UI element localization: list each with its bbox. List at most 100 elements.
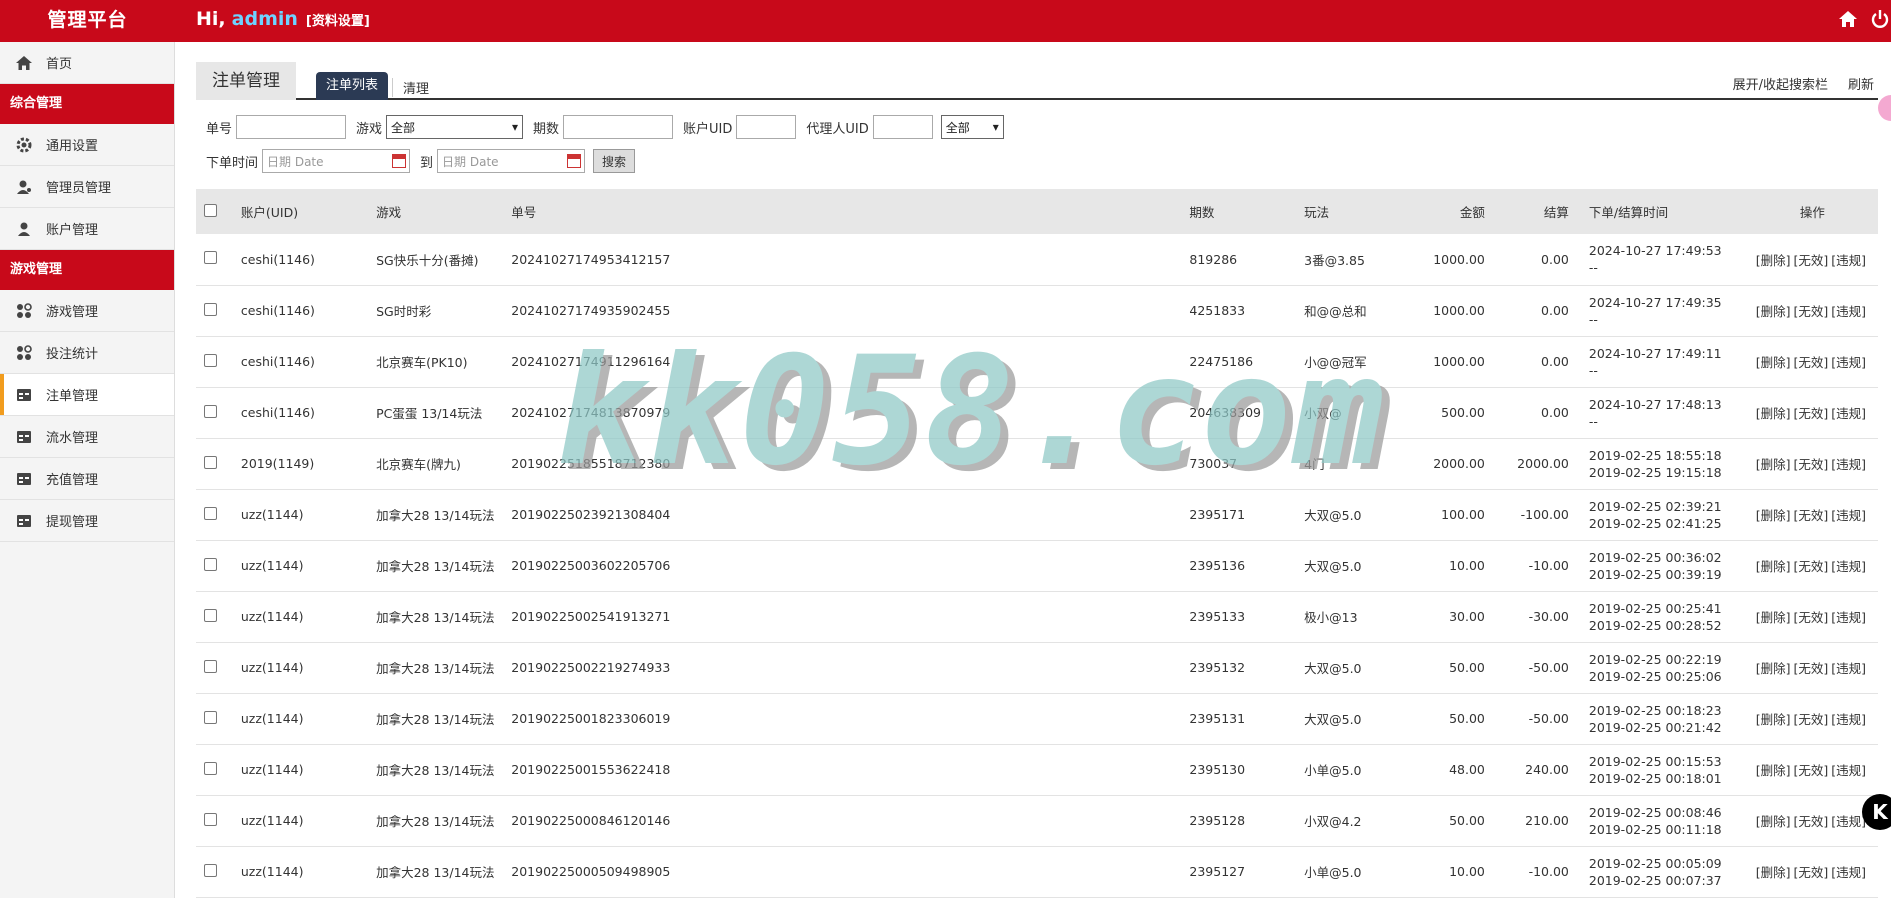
floating-k-button[interactable]: K [1862, 794, 1891, 830]
invalidate-action[interactable]: [无效] [1794, 814, 1829, 829]
power-icon[interactable] [1869, 8, 1891, 30]
cell-period: 730037 [1181, 438, 1297, 490]
sidebar-item-account-management[interactable]: 账户管理 [0, 208, 174, 250]
user-icon [14, 219, 34, 239]
invalidate-action[interactable]: [无效] [1794, 712, 1829, 727]
violation-action[interactable]: [违规] [1831, 508, 1866, 523]
invalidate-action[interactable]: [无效] [1794, 457, 1829, 472]
toggle-search-link[interactable]: 展开/收起搜索栏 [1733, 74, 1828, 93]
agent-filter-select[interactable]: 全部 ▾ [940, 115, 1004, 139]
delete-action[interactable]: [删除] [1756, 559, 1791, 574]
invalidate-action[interactable]: [无效] [1794, 508, 1829, 523]
row-checkbox[interactable] [204, 404, 217, 418]
calendar-icon[interactable] [567, 154, 582, 168]
delete-action[interactable]: [删除] [1756, 610, 1791, 625]
username[interactable]: admin [232, 8, 298, 30]
cell-order-no: 20190225023921308404 [503, 489, 1182, 541]
invalidate-action[interactable]: [无效] [1794, 253, 1829, 268]
refresh-link[interactable]: 刷新 [1848, 74, 1874, 93]
row-select-cell [196, 642, 233, 694]
delete-action[interactable]: [删除] [1756, 355, 1791, 370]
select-all-checkbox[interactable] [204, 203, 217, 217]
sidebar-item-game-management[interactable]: 游戏管理 [0, 290, 174, 332]
row-checkbox[interactable] [204, 455, 217, 469]
delete-action[interactable]: [删除] [1756, 457, 1791, 472]
row-checkbox[interactable] [204, 761, 217, 775]
sidebar-item-admin-management[interactable]: 管理员管理 [0, 166, 174, 208]
date-to-input[interactable]: 日期 Date [437, 149, 586, 173]
date-from-input[interactable]: 日期 Date [262, 149, 411, 173]
invalidate-action[interactable]: [无效] [1794, 865, 1829, 880]
row-checkbox[interactable] [204, 302, 217, 316]
invalidate-action[interactable]: [无效] [1794, 610, 1829, 625]
delete-action[interactable]: [删除] [1756, 304, 1791, 319]
cell-settle: 240.00 [1496, 744, 1581, 796]
violation-action[interactable]: [违规] [1831, 661, 1866, 676]
delete-action[interactable]: [删除] [1756, 406, 1791, 421]
cell-account: uzz(1144) [232, 795, 369, 847]
account-uid-input[interactable] [736, 115, 797, 139]
violation-action[interactable]: [违规] [1831, 763, 1866, 778]
settle-time: 2019-02-25 00:07:37 [1588, 872, 1722, 888]
delete-action[interactable]: [删除] [1756, 661, 1791, 676]
row-checkbox[interactable] [204, 608, 217, 622]
delete-action[interactable]: [删除] [1756, 865, 1791, 880]
cell-amount: 50.00 [1408, 693, 1497, 745]
violation-action[interactable]: [违规] [1831, 814, 1866, 829]
row-checkbox[interactable] [204, 863, 217, 877]
delete-action[interactable]: [删除] [1756, 508, 1791, 523]
search-button[interactable]: 搜索 [593, 149, 636, 173]
agent-uid-input[interactable] [872, 115, 933, 139]
violation-action[interactable]: [违规] [1831, 712, 1866, 727]
violation-action[interactable]: [违规] [1831, 559, 1866, 574]
order-time: 2024-10-27 17:49:35 [1588, 294, 1722, 310]
row-checkbox[interactable] [204, 251, 217, 265]
order-no-input[interactable] [236, 115, 347, 139]
invalidate-action[interactable]: [无效] [1794, 661, 1829, 676]
violation-action[interactable]: [违规] [1831, 304, 1866, 319]
cell-amount: 50.00 [1408, 795, 1497, 847]
sidebar-item-order-management[interactable]: 注单管理 [0, 374, 174, 416]
delete-action[interactable]: [删除] [1756, 814, 1791, 829]
period-input[interactable] [563, 115, 674, 139]
table-header-row: 账户(UID) 游戏 单号 期数 玩法 金额 结算 下单/结算时间 操作 [196, 189, 1878, 234]
calendar-icon[interactable] [392, 154, 407, 168]
violation-action[interactable]: [违规] [1831, 610, 1866, 625]
violation-action[interactable]: [违规] [1831, 355, 1866, 370]
sidebar-item-bet-statistics[interactable]: 投注统计 [0, 332, 174, 374]
sidebar-item-general-settings[interactable]: 通用设置 [0, 124, 174, 166]
row-checkbox[interactable] [204, 659, 217, 673]
violation-action[interactable]: [违规] [1831, 253, 1866, 268]
game-select[interactable]: 全部 ▾ [386, 115, 524, 139]
floating-pink-button[interactable] [1878, 95, 1891, 121]
sidebar-item-flow-management[interactable]: 流水管理 [0, 416, 174, 458]
row-checkbox[interactable] [204, 353, 217, 367]
row-checkbox[interactable] [204, 557, 217, 571]
filter-row: 下单时间 日期 Date 到 日期 Date 搜索 [196, 148, 1878, 174]
sidebar-item-recharge-management[interactable]: 充值管理 [0, 458, 174, 500]
violation-action[interactable]: [违规] [1831, 457, 1866, 472]
invalidate-action[interactable]: [无效] [1794, 304, 1829, 319]
sidebar-item-home[interactable]: 首页 [0, 42, 174, 84]
home-icon[interactable] [1837, 8, 1859, 30]
delete-action[interactable]: [删除] [1756, 763, 1791, 778]
delete-action[interactable]: [删除] [1756, 712, 1791, 727]
row-checkbox[interactable] [204, 710, 217, 724]
violation-action[interactable]: [违规] [1831, 406, 1866, 421]
invalidate-action[interactable]: [无效] [1794, 406, 1829, 421]
cell-time: 2019-02-25 02:39:21 2019-02-25 02:41:25 [1580, 489, 1747, 541]
table-body: ceshi(1146) SG快乐十分(番摊) 2024102717495341215… [196, 234, 1878, 898]
invalidate-action[interactable]: [无效] [1794, 559, 1829, 574]
row-checkbox[interactable] [204, 506, 217, 520]
cell-game: 加拿大28 13/14玩法 [368, 795, 504, 847]
violation-action[interactable]: [违规] [1831, 865, 1866, 880]
invalidate-action[interactable]: [无效] [1794, 763, 1829, 778]
delete-action[interactable]: [删除] [1756, 253, 1791, 268]
invalidate-action[interactable]: [无效] [1794, 355, 1829, 370]
tab-order-list[interactable]: 注单列表 [316, 72, 389, 100]
cell-actions: [删除] [无效] [违规] [1746, 591, 1878, 643]
profile-settings-link[interactable]: [资料设置] [306, 14, 370, 29]
sidebar-item-withdraw-management[interactable]: 提现管理 [0, 500, 174, 542]
row-checkbox[interactable] [204, 812, 217, 826]
tab-clear[interactable]: 清理 [392, 78, 429, 97]
